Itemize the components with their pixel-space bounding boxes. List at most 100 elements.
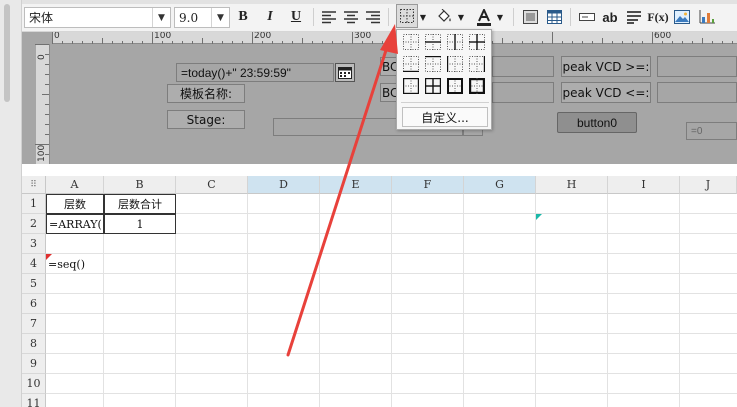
- fill-color-dropdown-arrow[interactable]: ▼: [456, 7, 466, 27]
- border-option-outer[interactable]: [401, 76, 421, 96]
- border-option-bottom[interactable]: [401, 54, 421, 74]
- border-option-thick-outer[interactable]: [445, 76, 465, 96]
- peak-vcd-ge-input[interactable]: [657, 56, 737, 77]
- custom-border-option[interactable]: 自定义...: [402, 107, 488, 127]
- template-name-label: 模板名称:: [167, 84, 245, 103]
- table-icon: [546, 10, 562, 24]
- font-color-dropdown-arrow[interactable]: ▼: [495, 7, 505, 27]
- peak-vcd-le-input[interactable]: [657, 82, 737, 103]
- border-style-icon: [403, 34, 419, 50]
- column-header-h[interactable]: H: [536, 176, 608, 194]
- align-right-button[interactable]: [364, 7, 382, 27]
- column-header-i[interactable]: I: [608, 176, 680, 194]
- align-center-button[interactable]: [342, 7, 360, 27]
- peak-vcd-le-label: peak VCD <=:: [561, 82, 651, 103]
- column-header-d[interactable]: D: [248, 176, 320, 194]
- align-center-icon: [344, 11, 358, 24]
- row-header-5[interactable]: 5: [22, 274, 46, 294]
- cell-frame-icon: [522, 10, 538, 24]
- image-button[interactable]: [673, 7, 691, 27]
- align-left-button[interactable]: [320, 7, 338, 27]
- date-formula-field[interactable]: =today()+" 23:59:59": [176, 63, 334, 82]
- underline-button[interactable]: U: [287, 7, 305, 27]
- row-header-7[interactable]: 7: [22, 314, 46, 334]
- border-style-icon: [469, 56, 485, 72]
- border-style-icon: [403, 78, 419, 94]
- text-style-icon: ab: [602, 9, 618, 25]
- select-all-corner[interactable]: ⠿: [22, 176, 46, 194]
- row-header-6[interactable]: 6: [22, 294, 46, 314]
- paragraph-button[interactable]: [625, 7, 643, 27]
- row-header-1[interactable]: 1: [22, 194, 46, 214]
- border-option-thick-box[interactable]: [467, 76, 487, 96]
- cell-a1[interactable]: 层数: [46, 194, 104, 214]
- cell-background-button[interactable]: [521, 7, 539, 27]
- button0[interactable]: button0: [557, 112, 637, 133]
- column-header-b[interactable]: B: [104, 176, 176, 194]
- column-header-f[interactable]: F: [392, 176, 464, 194]
- spreadsheet-grid[interactable]: ⠿ ABCDEFGHIJ1234567891011层数层数合计=ARRAY(1,…: [22, 176, 737, 407]
- chevron-down-icon[interactable]: ▼: [211, 8, 229, 27]
- chart-button[interactable]: [698, 7, 716, 27]
- border-style-icon: [425, 56, 441, 72]
- row-header-11[interactable]: 11: [22, 394, 46, 407]
- bold-button[interactable]: B: [234, 7, 252, 27]
- text-widget-button[interactable]: ab: [600, 7, 620, 27]
- font-name-select[interactable]: 宋体 ▼: [24, 7, 171, 28]
- font-size-select[interactable]: 9.0 ▼: [174, 7, 230, 28]
- column-header-j[interactable]: J: [680, 176, 737, 194]
- chevron-down-icon: ▼: [496, 12, 504, 22]
- small-value-field[interactable]: =0: [686, 122, 737, 140]
- border-button[interactable]: [396, 4, 418, 28]
- ruler-number: 300: [354, 32, 372, 41]
- border-dropdown-arrow[interactable]: ▼: [418, 7, 428, 27]
- bc-label-2: BC: [380, 83, 398, 102]
- row-header-3[interactable]: 3: [22, 234, 46, 254]
- peak-vcd-ge-label: peak VCD >=:: [561, 56, 651, 77]
- left-scrollbar-thumb[interactable]: [4, 4, 10, 102]
- formula-button[interactable]: F(x): [647, 7, 668, 27]
- column-header-c[interactable]: C: [176, 176, 248, 194]
- border-style-icon: [447, 78, 463, 94]
- cell-b2[interactable]: 1: [104, 214, 176, 234]
- border-option-inner-v[interactable]: [445, 32, 465, 52]
- border-option-inner-all[interactable]: [467, 32, 487, 52]
- border-style-icon: [447, 34, 463, 50]
- chevron-down-icon[interactable]: ▼: [152, 8, 170, 27]
- cell-a4[interactable]: =seq(): [46, 254, 104, 274]
- column-header-e[interactable]: E: [320, 176, 392, 194]
- column-header-g[interactable]: G: [464, 176, 536, 194]
- border-option-inner-h[interactable]: [423, 32, 443, 52]
- font-color-button[interactable]: [474, 7, 494, 27]
- border-option-top[interactable]: [423, 54, 443, 74]
- paragraph-lines-icon: [627, 11, 641, 24]
- cell-a2[interactable]: =ARRAY(1,: [46, 214, 104, 234]
- italic-button[interactable]: I: [261, 7, 279, 27]
- row-header-8[interactable]: 8: [22, 334, 46, 354]
- border-style-icon: [447, 56, 463, 72]
- border-option-all-dashed[interactable]: [401, 32, 421, 52]
- border-option-right[interactable]: [467, 54, 487, 74]
- input-widget-button[interactable]: [578, 7, 596, 27]
- align-left-icon: [322, 11, 336, 24]
- format-toolbar: 宋体 ▼ 9.0 ▼ B I U ▼ ▼ ▼ ab F(x): [22, 0, 737, 32]
- border-option-all[interactable]: [423, 76, 443, 96]
- border-option-left[interactable]: [445, 54, 465, 74]
- row-header-9[interactable]: 9: [22, 354, 46, 374]
- row-header-2[interactable]: 2: [22, 214, 46, 234]
- bc-input-2[interactable]: [492, 82, 554, 103]
- border-grid-icon: [400, 9, 414, 23]
- text-input-icon: [579, 13, 595, 21]
- table-button[interactable]: [545, 7, 563, 27]
- cell-b1[interactable]: 层数合计: [104, 194, 176, 214]
- fill-color-button[interactable]: [435, 7, 455, 27]
- column-header-a[interactable]: A: [46, 176, 104, 194]
- ruler-number: 0: [54, 32, 60, 41]
- bc-input-1[interactable]: [492, 56, 554, 77]
- font-size-value: 9.0: [179, 10, 199, 25]
- row-header-4[interactable]: 4: [22, 254, 46, 274]
- form-designer-canvas[interactable]: 0 100 200 300 600 0 100 =today()+" 23:59:59" …: [22, 32, 737, 164]
- row-header-10[interactable]: 10: [22, 374, 46, 394]
- vertical-ruler: 0 100: [35, 44, 50, 164]
- calendar-button[interactable]: [335, 63, 355, 82]
